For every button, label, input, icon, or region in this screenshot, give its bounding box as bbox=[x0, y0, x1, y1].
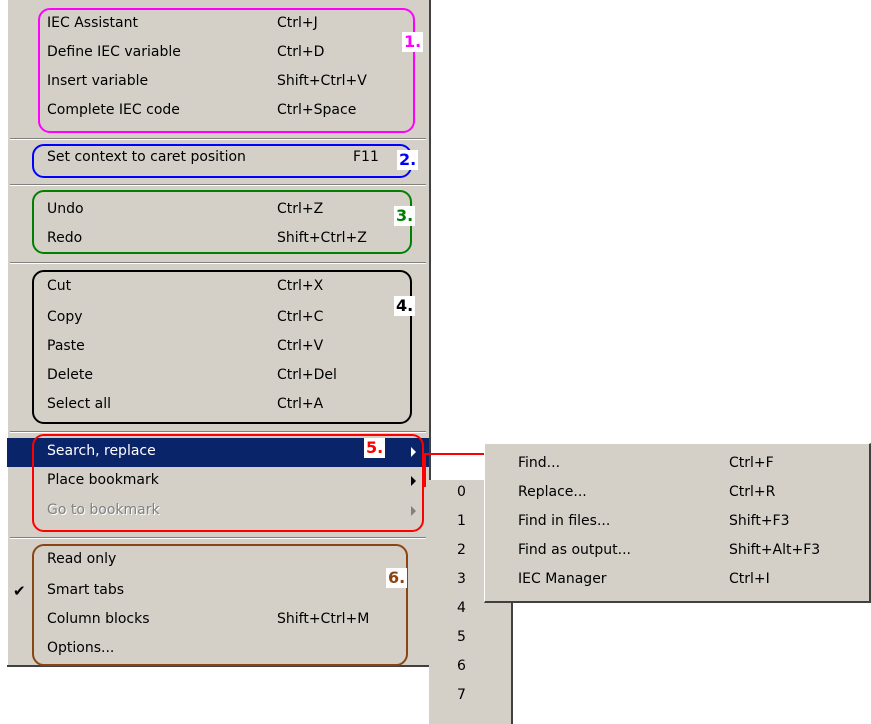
bookmark-item[interactable]: 6 bbox=[457, 658, 477, 674]
annotation-number-1: 1. bbox=[402, 32, 424, 52]
annotation-number-4: 4. bbox=[394, 296, 416, 316]
submenu-item-label: Find... bbox=[518, 455, 561, 471]
bookmark-item[interactable]: 0 bbox=[457, 484, 477, 500]
annotation-box-group-1 bbox=[38, 8, 415, 133]
annotation-number-3: 3. bbox=[394, 206, 416, 226]
annotation-number-5: 5. bbox=[364, 438, 386, 458]
bookmark-item[interactable]: 3 bbox=[457, 571, 477, 587]
checkmark-icon: ✔ bbox=[13, 582, 26, 600]
submenu-item-find[interactable]: Find... Ctrl+F bbox=[485, 450, 865, 479]
menu-separator bbox=[10, 537, 426, 539]
annotation-box-group-4 bbox=[32, 270, 412, 424]
search-submenu: Find... Ctrl+F Replace... Ctrl+R Find in… bbox=[484, 443, 871, 603]
annotation-number-2: 2. bbox=[397, 150, 419, 170]
bookmark-item[interactable]: 1 bbox=[457, 513, 477, 529]
submenu-item-shortcut: Ctrl+R bbox=[729, 484, 776, 500]
annotation-number-6: 6. bbox=[386, 568, 408, 588]
annotation-box-group-6 bbox=[32, 544, 408, 666]
submenu-item-find-in-files[interactable]: Find in files... Shift+F3 bbox=[485, 508, 865, 537]
menu-separator bbox=[10, 184, 426, 186]
bookmark-item[interactable]: 2 bbox=[457, 542, 477, 558]
submenu-item-iec-manager[interactable]: IEC Manager Ctrl+I bbox=[485, 566, 865, 595]
bookmark-item[interactable]: 4 bbox=[457, 600, 477, 616]
submenu-item-label: Find in files... bbox=[518, 513, 611, 529]
submenu-item-shortcut: Shift+F3 bbox=[729, 513, 790, 529]
submenu-item-replace[interactable]: Replace... Ctrl+R bbox=[485, 479, 865, 508]
submenu-item-label: Find as output... bbox=[518, 542, 631, 558]
connector-line bbox=[424, 453, 486, 455]
submenu-item-find-as-output[interactable]: Find as output... Shift+Alt+F3 bbox=[485, 537, 865, 566]
annotation-box-group-2 bbox=[32, 144, 412, 178]
submenu-item-shortcut: Ctrl+I bbox=[729, 571, 770, 587]
bookmark-item[interactable]: 7 bbox=[457, 687, 477, 703]
annotation-box-group-3 bbox=[32, 190, 412, 254]
submenu-item-label: IEC Manager bbox=[518, 571, 607, 587]
submenu-item-shortcut: Ctrl+F bbox=[729, 455, 774, 471]
submenu-item-label: Replace... bbox=[518, 484, 587, 500]
menu-separator bbox=[10, 138, 426, 140]
connector-line bbox=[424, 453, 426, 487]
bookmark-item[interactable]: 5 bbox=[457, 629, 477, 645]
submenu-item-shortcut: Shift+Alt+F3 bbox=[729, 542, 821, 558]
menu-separator bbox=[10, 262, 426, 264]
menu-separator bbox=[10, 431, 426, 433]
